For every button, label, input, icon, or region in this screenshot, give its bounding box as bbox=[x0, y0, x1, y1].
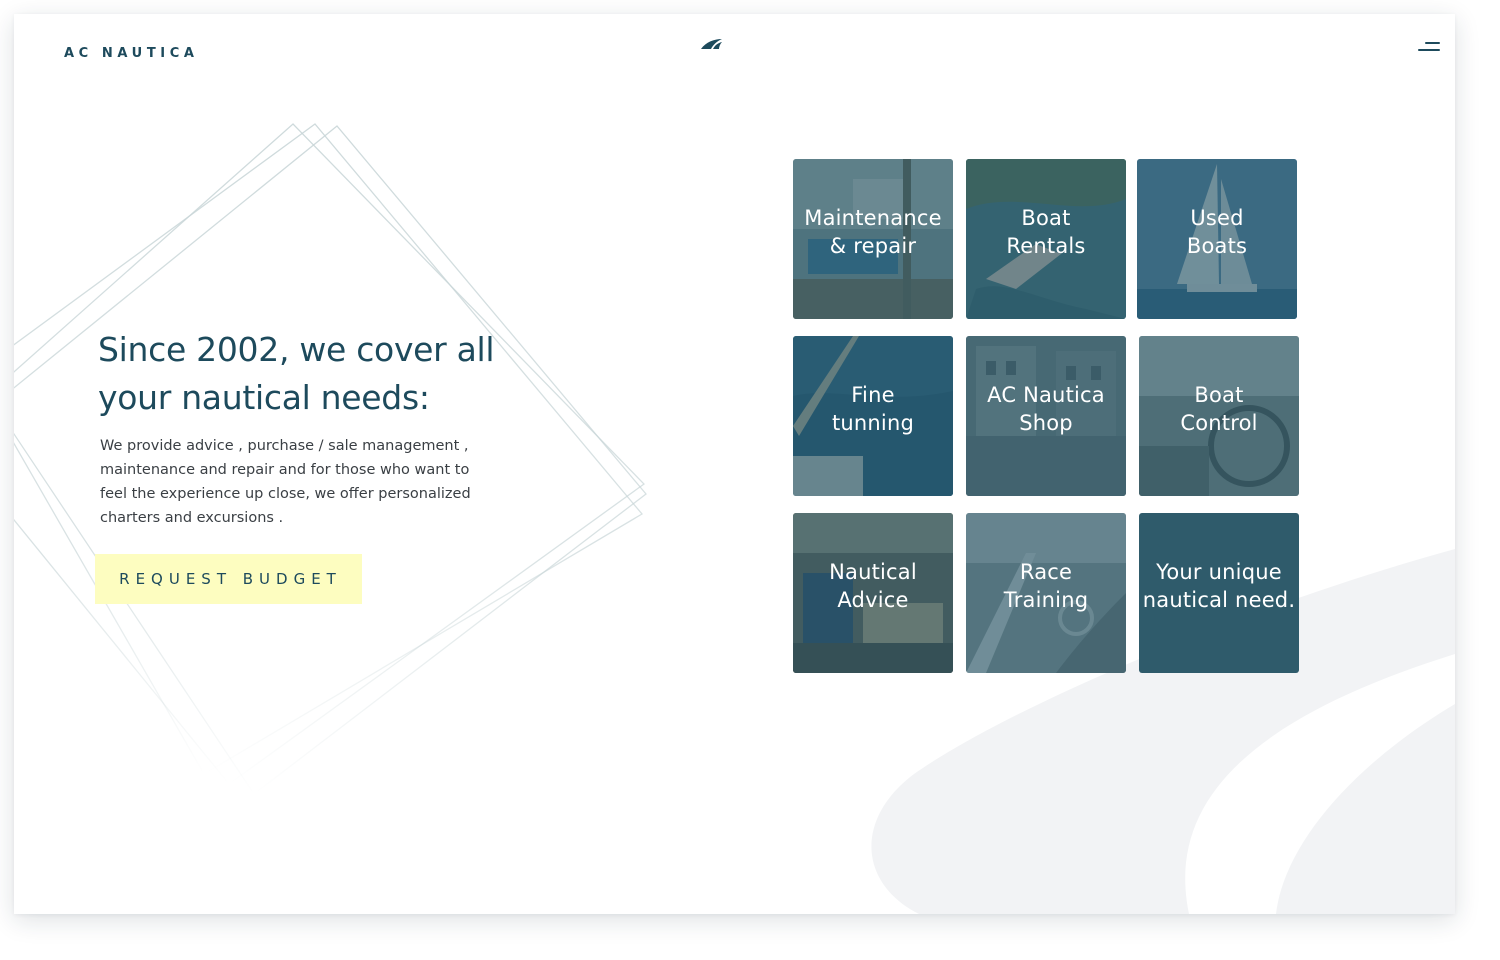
hamburger-menu-icon[interactable] bbox=[1414, 38, 1444, 58]
service-tile-maintenance[interactable]: Maintenance & repair bbox=[793, 159, 953, 319]
service-tile-shop[interactable]: AC Nautica Shop bbox=[966, 336, 1126, 496]
service-tile-unique-need[interactable]: Your unique nautical need. bbox=[1139, 513, 1299, 673]
sail-logo-icon[interactable] bbox=[700, 36, 724, 52]
service-tile-fine-tunning[interactable]: Fine tunning bbox=[793, 336, 953, 496]
menu-line-long bbox=[1418, 49, 1440, 51]
service-tile-boat-rentals[interactable]: Boat Rentals bbox=[966, 159, 1126, 319]
tile-label: Maintenance & repair bbox=[804, 206, 942, 258]
tile-label: Boat Control bbox=[1180, 383, 1258, 435]
page-frame: AC NAUTICA Since 2002, we cover all your… bbox=[14, 14, 1455, 914]
tile-label: Fine tunning bbox=[831, 383, 915, 435]
tile-label: AC Nautica Shop bbox=[987, 383, 1105, 435]
tile-label: Nautical Advice bbox=[829, 560, 917, 612]
tile-label: Race Training bbox=[1003, 560, 1089, 612]
tile-label: Boat Rentals bbox=[1006, 206, 1086, 258]
tile-label: Used Boats bbox=[1186, 206, 1248, 258]
hero-description: We provide advice , purchase / sale mana… bbox=[100, 438, 471, 526]
request-budget-button[interactable]: REQUEST BUDGET bbox=[95, 554, 362, 604]
tile-label: Your unique nautical need. bbox=[1142, 560, 1296, 612]
brand-name[interactable]: AC NAUTICA bbox=[64, 46, 199, 61]
service-tile-boat-control[interactable]: Boat Control bbox=[1139, 336, 1299, 496]
service-tile-used-boats[interactable]: Used Boats bbox=[1137, 159, 1297, 319]
hero-title: Since 2002, we cover all your nautical n… bbox=[98, 330, 495, 417]
menu-line-short bbox=[1425, 42, 1440, 44]
service-tile-nautical-advice[interactable]: Nautical Advice bbox=[793, 513, 953, 673]
service-tile-race-training[interactable]: Race Training bbox=[966, 513, 1126, 673]
